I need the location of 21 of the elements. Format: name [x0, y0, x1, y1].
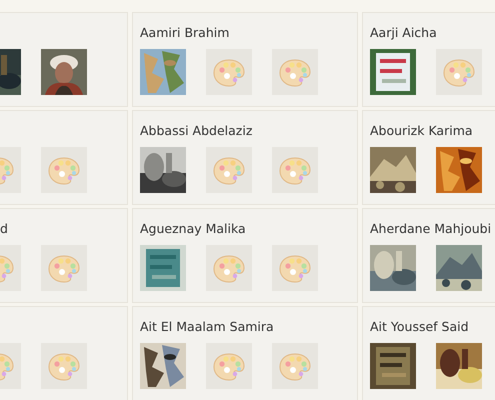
artist-name[interactable]: Aherdane Mahjoubi — [370, 220, 495, 238]
artist-name[interactable]: Agueznay Malika — [140, 220, 357, 238]
palette-icon[interactable] — [206, 147, 252, 193]
palette-icon[interactable] — [436, 49, 482, 95]
palette-icon[interactable] — [41, 343, 87, 389]
palette-icon[interactable] — [41, 245, 87, 291]
artist-name[interactable]: Ait El Maalam Samira — [140, 318, 357, 336]
palette-icon[interactable] — [272, 147, 318, 193]
palette-icon[interactable] — [41, 147, 87, 193]
artist-name[interactable]: Aamiri Brahim — [140, 24, 357, 42]
palette-icon[interactable] — [272, 343, 318, 389]
artist-name[interactable]: Abbassi Abdelaziz — [140, 122, 357, 140]
artist-name[interactable]: Aarji Aicha — [370, 24, 495, 42]
palette-icon[interactable] — [206, 343, 252, 389]
palette-icon[interactable] — [206, 49, 252, 95]
artist-name[interactable]: Abourizk Karima — [370, 122, 495, 140]
artist-name[interactable]: d — [0, 220, 127, 238]
palette-icon[interactable] — [272, 245, 318, 291]
palette-icon[interactable] — [206, 245, 252, 291]
artist-name[interactable]: Ait Youssef Said — [370, 318, 495, 336]
palette-icon[interactable] — [272, 49, 318, 95]
